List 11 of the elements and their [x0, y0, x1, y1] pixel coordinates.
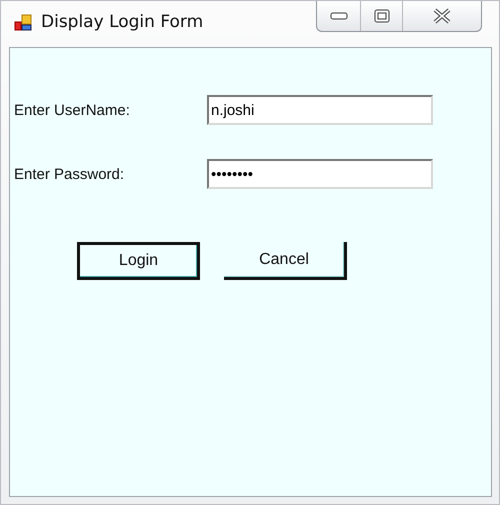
- maximize-icon: [374, 9, 390, 23]
- close-icon: [433, 8, 451, 24]
- field-label: Enter UserName:: [14, 102, 131, 118]
- input-field[interactable]: ••••••••: [207, 159, 433, 189]
- field-label: Enter Password:: [14, 166, 126, 182]
- login-button[interactable]: Login: [77, 242, 200, 280]
- input-field[interactable]: n.joshi: [207, 95, 433, 125]
- cancel-button[interactable]: Cancel: [224, 242, 347, 280]
- minimize-icon: [330, 12, 348, 20]
- window-title: Display Login Form: [41, 12, 204, 32]
- app-icon: [13, 13, 33, 33]
